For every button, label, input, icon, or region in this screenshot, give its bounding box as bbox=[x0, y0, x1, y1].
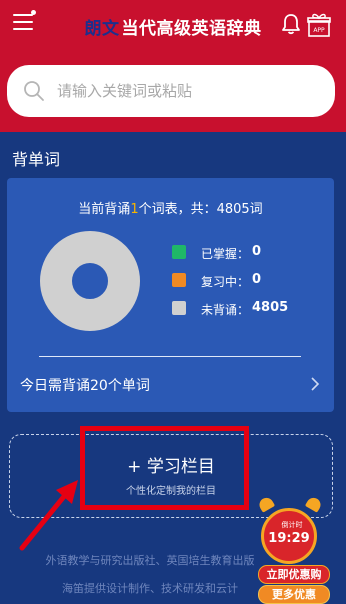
search-bar[interactable] bbox=[7, 65, 335, 117]
countdown-clock-icon: 倒计时 19:29 bbox=[261, 508, 317, 564]
word-list-summary: 当前背诵1个词表，共：4805词 bbox=[7, 198, 334, 217]
app-badge-text: APP bbox=[313, 27, 325, 34]
highlight-frame bbox=[80, 426, 249, 510]
card-divider bbox=[39, 356, 301, 357]
search-input[interactable] bbox=[57, 81, 317, 101]
summary-suffix: 个词表，共：4805词 bbox=[138, 202, 263, 217]
progress-donut-chart bbox=[40, 231, 140, 331]
mastered-label: 已掌握： bbox=[201, 247, 250, 261]
countdown-label: 倒计时 bbox=[281, 521, 303, 529]
arrow-annotation-icon bbox=[19, 480, 78, 551]
reviewing-swatch bbox=[172, 273, 186, 287]
chevron-right-icon bbox=[311, 377, 320, 391]
summary-prefix: 当前背诵 bbox=[78, 202, 131, 217]
search-icon bbox=[24, 81, 44, 101]
app-gift-icon[interactable]: APP bbox=[307, 12, 331, 38]
app-header: 朗文 当代高级英语辞典 APP bbox=[0, 0, 346, 132]
mastered-swatch bbox=[172, 245, 186, 259]
reviewing-value: 0 bbox=[252, 272, 262, 287]
word-list-card[interactable]: 当前背诵1个词表，共：4805词 已掌握： 0 复习中： 0 未背诵： 4805… bbox=[7, 178, 334, 412]
promo-widget[interactable]: 倒计时 19:29 立即优惠购 更多优惠 bbox=[249, 492, 335, 604]
section-title: 背单词 bbox=[12, 150, 61, 169]
dictionary-title: 当代高级英语辞典 bbox=[121, 19, 262, 39]
more-offers-button[interactable]: 更多优惠 bbox=[258, 585, 330, 604]
buy-now-button[interactable]: 立即优惠购 bbox=[258, 565, 330, 584]
bell-icon[interactable] bbox=[281, 13, 301, 35]
mastered-value: 0 bbox=[252, 244, 262, 259]
brand-name: 朗文 bbox=[84, 19, 120, 39]
alarm-bell-left bbox=[256, 495, 276, 513]
daily-goal-row[interactable]: 今日需背诵20个单词 bbox=[7, 368, 334, 398]
daily-goal-text: 今日需背诵20个单词 bbox=[20, 378, 150, 394]
not-studied-swatch bbox=[172, 301, 186, 315]
countdown-time: 19:29 bbox=[268, 531, 310, 546]
not-studied-value: 4805 bbox=[252, 300, 289, 315]
not-studied-label: 未背诵： bbox=[201, 303, 250, 317]
summary-count: 1 bbox=[130, 202, 139, 217]
alarm-bell-right bbox=[304, 495, 324, 513]
reviewing-label: 复习中： bbox=[201, 275, 250, 289]
